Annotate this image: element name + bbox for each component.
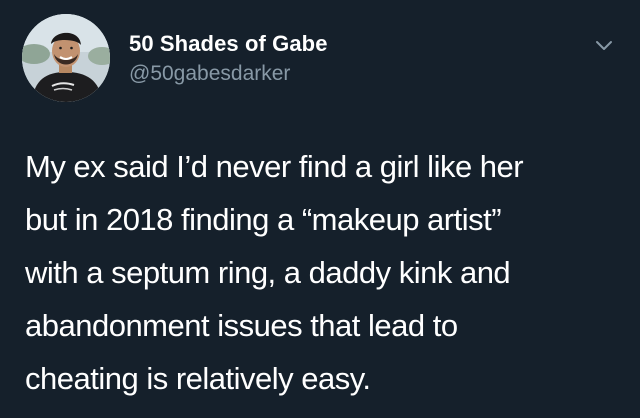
tweet-text-line: My ex said I’d never find a girl like he… (25, 149, 524, 184)
tweet-card: 50 Shades of Gabe @50gabesdarker My ex s… (0, 0, 640, 418)
tweet-text-line: with a septum ring, a daddy kink and (25, 255, 511, 290)
tweet-text-line: cheating is relatively easy. (25, 361, 371, 396)
tweet-text-line: abandonment issues that lead to (25, 308, 458, 343)
avatar[interactable] (22, 14, 110, 102)
user-handle[interactable]: @50gabesdarker (129, 62, 290, 86)
profile-photo (22, 14, 110, 102)
tweet-text: My ex said I’d never find a girl like he… (25, 140, 625, 405)
tweet-text-line: but in 2018 finding a “makeup artist” (25, 202, 502, 237)
chevron-down-icon[interactable] (593, 34, 615, 56)
display-name[interactable]: 50 Shades of Gabe (129, 31, 328, 57)
